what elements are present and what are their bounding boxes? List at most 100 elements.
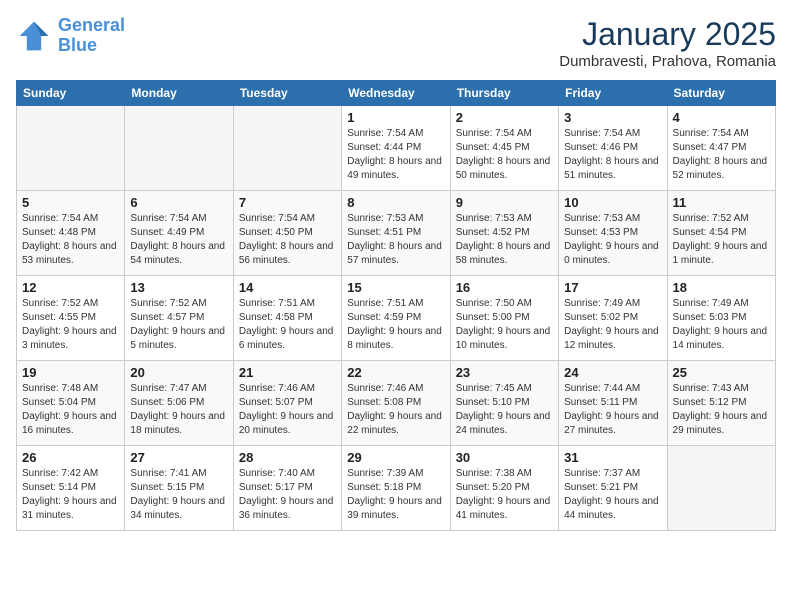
calendar-cell: 26 Sunrise: 7:42 AMSunset: 5:14 PMDayligh… (17, 446, 125, 531)
calendar-cell: 3 Sunrise: 7:54 AMSunset: 4:46 PMDaylight… (559, 106, 667, 191)
day-number: 3 (564, 110, 661, 125)
calendar-cell: 15 Sunrise: 7:51 AMSunset: 4:59 PMDayligh… (342, 276, 450, 361)
calendar-cell: 9Sunrise: 7:53 AMSunset: 4:52 PMDaylight… (450, 191, 558, 276)
day-number: 7 (239, 195, 336, 210)
calendar-cell: 23 Sunrise: 7:45 AMSunset: 5:10 PMDayligh… (450, 361, 558, 446)
calendar-cell: 22 Sunrise: 7:46 AMSunset: 5:08 PMDayligh… (342, 361, 450, 446)
day-info: Sunrise: 7:51 AMSunset: 4:58 PMDaylight:… (239, 297, 336, 353)
day-info: Sunrise: 7:38 AMSunset: 5:20 PMDaylight:… (456, 467, 553, 523)
day-number: 17 (564, 280, 661, 295)
day-number: 20 (130, 365, 227, 380)
day-info: Sunrise: 7:42 AMSunset: 5:14 PMDaylight:… (22, 467, 119, 523)
day-number: 5 (22, 195, 119, 210)
calendar-cell: 4Sunrise: 7:54 AMSunset: 4:47 PMDaylight… (667, 106, 775, 191)
calendar-cell (125, 106, 233, 191)
title-area: January 2025 Dumbravesti, Prahova, Roman… (559, 16, 776, 70)
calendar-cell: 20Sunrise: 7:47 AMSunset: 5:06 PMDayligh… (125, 361, 233, 446)
calendar-week-row: 19 Sunrise: 7:48 AMSunset: 5:04 PMDayligh… (17, 361, 776, 446)
day-number: 18 (673, 280, 770, 295)
logo: General Blue (16, 16, 125, 56)
logo-icon (16, 18, 52, 54)
day-number: 2 (456, 110, 553, 125)
day-info: Sunrise: 7:54 AMSunset: 4:47 PMDaylight:… (673, 127, 770, 183)
day-number: 1 (347, 110, 444, 125)
day-info: Sunrise: 7:54 AMSunset: 4:50 PMDaylight:… (239, 212, 336, 268)
day-info: Sunrise: 7:54 AMSunset: 4:46 PMDaylight:… (564, 127, 661, 183)
calendar-cell: 27Sunrise: 7:41 AMSunset: 5:15 PMDayligh… (125, 446, 233, 531)
calendar-week-row: 5 Sunrise: 7:54 AMSunset: 4:48 PMDaylight… (17, 191, 776, 276)
day-info: Sunrise: 7:54 AMSunset: 4:48 PMDaylight:… (22, 212, 119, 268)
day-number: 15 (347, 280, 444, 295)
logo-text: General Blue (58, 16, 125, 56)
weekday-header: Friday (559, 81, 667, 106)
day-number: 16 (456, 280, 553, 295)
header: General Blue January 2025 Dumbravesti, P… (16, 16, 776, 70)
calendar-cell: 25 Sunrise: 7:43 AMSunset: 5:12 PMDayligh… (667, 361, 775, 446)
day-info: Sunrise: 7:51 AMSunset: 4:59 PMDaylight:… (347, 297, 444, 353)
day-info: Sunrise: 7:49 AMSunset: 5:02 PMDaylight:… (564, 297, 661, 353)
calendar-cell (17, 106, 125, 191)
day-number: 23 (456, 365, 553, 380)
calendar: SundayMondayTuesdayWednesdayThursdayFrid… (16, 80, 776, 531)
day-number: 29 (347, 450, 444, 465)
calendar-cell: 16 Sunrise: 7:50 AMSunset: 5:00 PMDayligh… (450, 276, 558, 361)
day-number: 11 (673, 195, 770, 210)
day-info: Sunrise: 7:54 AMSunset: 4:44 PMDaylight:… (347, 127, 444, 183)
day-number: 24 (564, 365, 661, 380)
day-info: Sunrise: 7:52 AMSunset: 4:54 PMDaylight:… (673, 212, 770, 268)
day-info: Sunrise: 7:45 AMSunset: 5:10 PMDaylight:… (456, 382, 553, 438)
weekday-header: Tuesday (233, 81, 341, 106)
day-info: Sunrise: 7:49 AMSunset: 5:03 PMDaylight:… (673, 297, 770, 353)
calendar-cell: 30Sunrise: 7:38 AMSunset: 5:20 PMDayligh… (450, 446, 558, 531)
day-info: Sunrise: 7:54 AMSunset: 4:45 PMDaylight:… (456, 127, 553, 183)
calendar-cell: 7 Sunrise: 7:54 AMSunset: 4:50 PMDaylight… (233, 191, 341, 276)
day-number: 26 (22, 450, 119, 465)
day-info: Sunrise: 7:52 AMSunset: 4:57 PMDaylight:… (130, 297, 227, 353)
month-title: January 2025 (559, 16, 776, 53)
calendar-cell: 5 Sunrise: 7:54 AMSunset: 4:48 PMDaylight… (17, 191, 125, 276)
day-number: 27 (130, 450, 227, 465)
calendar-cell: 21 Sunrise: 7:46 AMSunset: 5:07 PMDayligh… (233, 361, 341, 446)
day-number: 12 (22, 280, 119, 295)
weekday-header-row: SundayMondayTuesdayWednesdayThursdayFrid… (17, 81, 776, 106)
day-number: 25 (673, 365, 770, 380)
day-number: 10 (564, 195, 661, 210)
calendar-cell: 17 Sunrise: 7:49 AMSunset: 5:02 PMDayligh… (559, 276, 667, 361)
calendar-cell: 31Sunrise: 7:37 AMSunset: 5:21 PMDayligh… (559, 446, 667, 531)
day-number: 28 (239, 450, 336, 465)
day-info: Sunrise: 7:53 AMSunset: 4:52 PMDaylight:… (456, 212, 553, 268)
day-number: 21 (239, 365, 336, 380)
day-info: Sunrise: 7:44 AMSunset: 5:11 PMDaylight:… (564, 382, 661, 438)
logo-line2: Blue (58, 35, 97, 55)
calendar-cell: 29 Sunrise: 7:39 AMSunset: 5:18 PMDayligh… (342, 446, 450, 531)
weekday-header: Thursday (450, 81, 558, 106)
calendar-week-row: 12Sunrise: 7:52 AMSunset: 4:55 PMDayligh… (17, 276, 776, 361)
day-number: 19 (22, 365, 119, 380)
calendar-cell: 19 Sunrise: 7:48 AMSunset: 5:04 PMDayligh… (17, 361, 125, 446)
calendar-cell: 14 Sunrise: 7:51 AMSunset: 4:58 PMDayligh… (233, 276, 341, 361)
calendar-week-row: 1 Sunrise: 7:54 AMSunset: 4:44 PMDaylight… (17, 106, 776, 191)
day-number: 13 (130, 280, 227, 295)
day-info: Sunrise: 7:39 AMSunset: 5:18 PMDaylight:… (347, 467, 444, 523)
calendar-cell: 8Sunrise: 7:53 AMSunset: 4:51 PMDaylight… (342, 191, 450, 276)
day-number: 14 (239, 280, 336, 295)
calendar-cell: 10 Sunrise: 7:53 AMSunset: 4:53 PMDayligh… (559, 191, 667, 276)
calendar-cell: 24 Sunrise: 7:44 AMSunset: 5:11 PMDayligh… (559, 361, 667, 446)
calendar-cell: 13 Sunrise: 7:52 AMSunset: 4:57 PMDayligh… (125, 276, 233, 361)
day-number: 22 (347, 365, 444, 380)
calendar-cell: 18 Sunrise: 7:49 AMSunset: 5:03 PMDayligh… (667, 276, 775, 361)
day-info: Sunrise: 7:40 AMSunset: 5:17 PMDaylight:… (239, 467, 336, 523)
day-info: Sunrise: 7:50 AMSunset: 5:00 PMDaylight:… (456, 297, 553, 353)
calendar-cell: 2 Sunrise: 7:54 AMSunset: 4:45 PMDaylight… (450, 106, 558, 191)
day-info: Sunrise: 7:46 AMSunset: 5:08 PMDaylight:… (347, 382, 444, 438)
calendar-cell (233, 106, 341, 191)
weekday-header: Wednesday (342, 81, 450, 106)
day-info: Sunrise: 7:46 AMSunset: 5:07 PMDaylight:… (239, 382, 336, 438)
calendar-cell (667, 446, 775, 531)
weekday-header: Saturday (667, 81, 775, 106)
day-info: Sunrise: 7:48 AMSunset: 5:04 PMDaylight:… (22, 382, 119, 438)
day-info: Sunrise: 7:43 AMSunset: 5:12 PMDaylight:… (673, 382, 770, 438)
logo-line1: General (58, 15, 125, 35)
day-info: Sunrise: 7:53 AMSunset: 4:53 PMDaylight:… (564, 212, 661, 268)
calendar-cell: 6Sunrise: 7:54 AMSunset: 4:49 PMDaylight… (125, 191, 233, 276)
